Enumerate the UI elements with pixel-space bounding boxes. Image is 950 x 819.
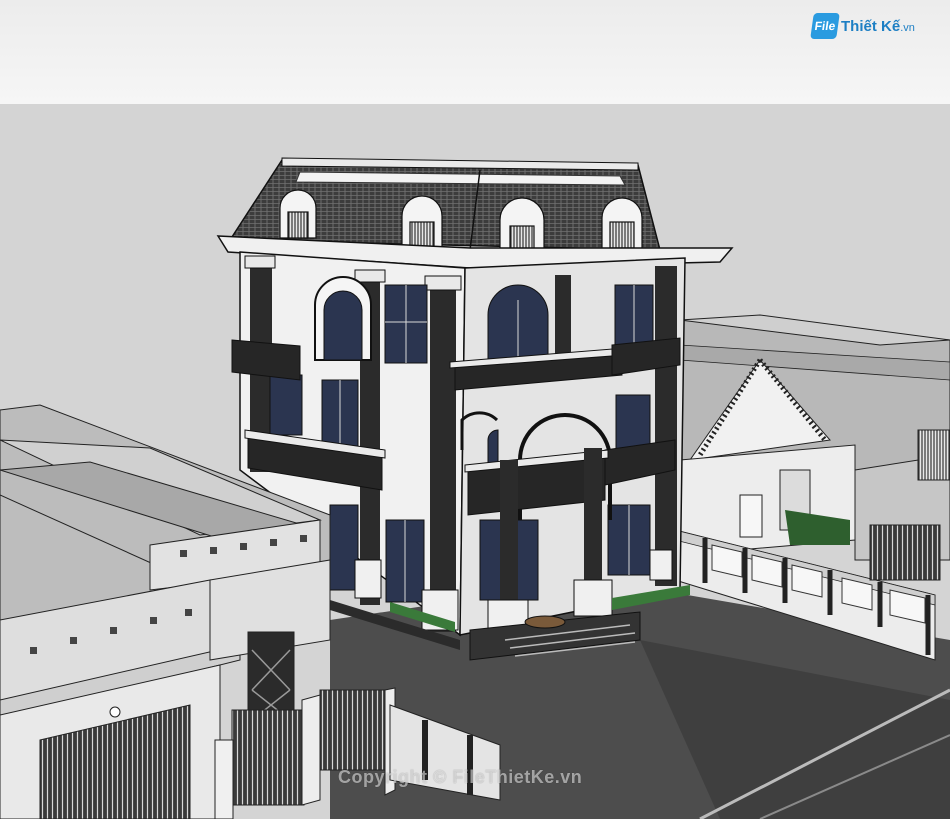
- logo-text: Thiết Kế.vn: [841, 18, 915, 35]
- copyright-watermark: Copyright © FileThietKe.vn: [338, 767, 583, 787]
- right-neighbor-building: [679, 314, 950, 561]
- logo-text-suffix: .vn: [900, 21, 915, 34]
- logo-badge: File: [810, 13, 840, 39]
- site-logo[interactable]: File Thiết Kế.vn: [810, 12, 915, 40]
- header-bar: File Thiết Kế.vn: [0, 0, 950, 105]
- logo-text-main: Thiết Kế: [841, 17, 901, 35]
- viewport[interactable]: File Thiết Kế.vn Copyright © FileThietKe…: [0, 0, 950, 819]
- 3d-model-render[interactable]: [0, 104, 950, 819]
